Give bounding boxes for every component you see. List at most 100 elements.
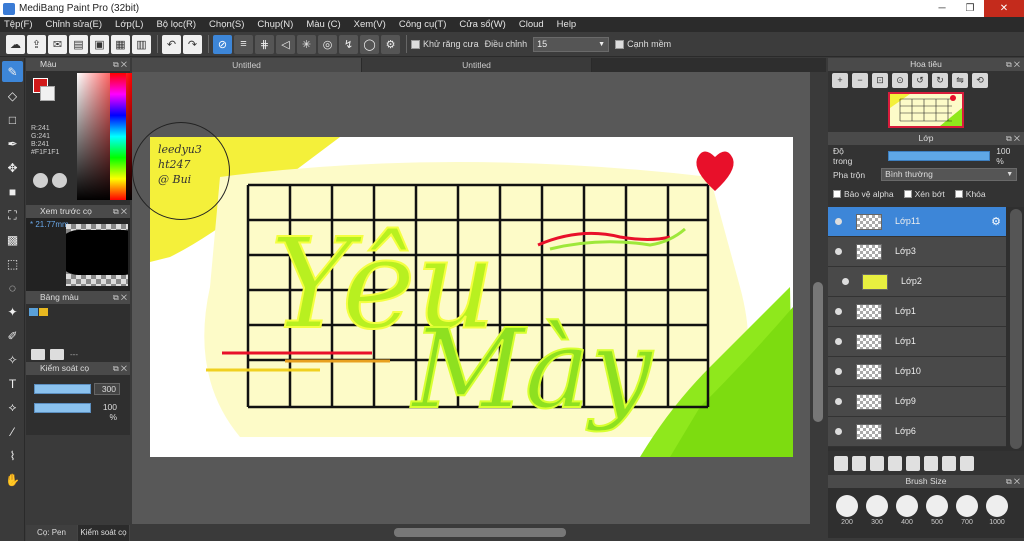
circle-snap-icon[interactable]: ◎ [318,34,337,54]
new-1bit-layer-icon[interactable] [870,455,884,471]
maximize-button[interactable]: ❐ [956,0,984,17]
protect-alpha-checkbox[interactable]: Bảo vệ alpha [833,189,894,199]
tab-brush-control[interactable]: Kiểm soát cọ [78,525,130,541]
share-icon[interactable]: ⇪ [27,34,46,54]
hand-tool-icon[interactable]: ✋ [2,469,23,490]
redo-icon[interactable]: ↷ [183,34,202,54]
new-8bit-layer-icon[interactable] [852,455,866,471]
cross-snap-icon[interactable]: ⋕ [255,34,274,54]
folder-icon[interactable] [906,455,920,471]
close-icon[interactable]: ⧉ ✕ [1006,58,1020,71]
artwork-canvas[interactable]: Yêu Mày leedyu3 ht247 @ Bui [150,137,793,457]
dot-tool-icon[interactable]: □ [2,109,23,130]
canvas-area[interactable]: Yêu Mày leedyu3 ht247 @ Bui [132,72,810,524]
vanish-snap-icon[interactable]: ◁ [276,34,295,54]
actual-size-icon[interactable]: ⊙ [892,73,908,88]
lasso-tool-icon[interactable]: ◌ [2,277,23,298]
menu-tools[interactable]: Công cụ(T) [399,19,447,30]
document-tab[interactable]: Untitled [132,58,362,72]
brush-size-slider[interactable] [34,384,91,394]
select-tool-icon[interactable]: ⬚ [2,253,23,274]
rotate-left-icon[interactable]: ↺ [912,73,928,88]
ellipse-snap-icon[interactable]: ◯ [360,34,379,54]
text-tool-icon[interactable]: T [2,373,23,394]
layer-opacity-slider[interactable] [887,150,991,161]
lock-checkbox[interactable]: Khóa [954,189,986,199]
grid-icon[interactable]: ▥ [132,34,151,54]
layer-item[interactable]: Lớp6 [828,417,1006,447]
fit-icon[interactable]: ⊡ [872,73,888,88]
brush-size-value[interactable]: 300 [94,383,120,395]
scroll-thumb[interactable] [394,528,566,537]
brush-size-option[interactable]: 500 [922,492,952,538]
layer-item[interactable]: Lớp10 [828,357,1006,387]
no-snap-icon[interactable]: ⊘ [213,34,232,54]
menu-cloud[interactable]: Cloud [519,19,544,30]
fill-rect-tool-icon[interactable]: ■ [2,181,23,202]
hue-slider[interactable] [110,73,126,200]
brush-tool-icon[interactable]: ✎ [2,61,23,82]
zoom-out-icon[interactable]: − [852,73,868,88]
pen-tool-icon[interactable]: ✒ [2,133,23,154]
menu-filter[interactable]: Bộ lọc(R) [156,19,196,30]
close-button[interactable]: ✕ [984,0,1024,17]
eye-icon[interactable] [835,428,842,435]
menu-select[interactable]: Chọn(S) [209,19,244,30]
gear-icon[interactable]: ⚙ [991,215,1001,228]
layer-item[interactable]: Lớp9 [828,387,1006,417]
eye-icon[interactable] [835,308,842,315]
gradient-tool-icon[interactable]: ▩ [2,229,23,250]
menu-snap[interactable]: Chụp(N) [257,19,293,30]
gear-icon[interactable]: ⚙ [381,34,400,54]
new-layer-icon[interactable] [834,455,848,471]
blend-mode-select[interactable]: Bình thường ▼ [881,168,1018,181]
menu-edit[interactable]: Chỉnh sửa(E) [46,19,103,30]
color-wheel-icon[interactable] [33,173,48,188]
eyedropper-icon[interactable]: ⁄ [2,421,23,442]
eye-icon[interactable] [835,398,842,405]
zoom-in-icon[interactable]: + [832,73,848,88]
layout-icon[interactable]: ▦ [111,34,130,54]
brush-size-option[interactable]: 300 [862,492,892,538]
duplicate-layer-icon[interactable] [924,455,938,471]
menu-file[interactable]: Tệp(F) [4,19,33,30]
close-icon[interactable]: ⧉ ✕ [113,58,127,71]
correction-select[interactable]: 15 ▼ [533,36,610,52]
new-palette-icon[interactable] [31,349,45,360]
trash-icon[interactable] [50,349,64,360]
menu-color[interactable]: Màu (C) [306,19,340,30]
smooth-checkbox[interactable]: Cạnh mềm [615,39,671,49]
brush-opacity-slider[interactable] [34,403,91,413]
layer-scrollbar[interactable] [1010,209,1022,449]
document-icon[interactable]: ▣ [90,34,109,54]
undo-icon[interactable]: ↶ [162,34,181,54]
magic-wand-icon[interactable]: ✦ [2,301,23,322]
color-palette-icon[interactable] [52,173,67,188]
flip-icon[interactable]: ⇋ [952,73,968,88]
horizontal-scrollbar[interactable] [132,524,810,541]
brush-size-option[interactable]: 400 [892,492,922,538]
select-pen-icon[interactable]: ✐ [2,325,23,346]
comment-icon[interactable]: ✉ [48,34,67,54]
layer-item[interactable]: Lớp1 [828,327,1006,357]
divide-tool-icon[interactable]: ⟡ [2,397,23,418]
eye-icon[interactable] [835,248,842,255]
radial-snap-icon[interactable]: ✳ [297,34,316,54]
navigator-thumbnail[interactable] [828,90,1024,132]
close-icon[interactable]: ⧉ ✕ [1006,132,1020,145]
palette-swatch[interactable] [29,308,38,316]
rotate-right-icon[interactable]: ↻ [932,73,948,88]
menu-layer[interactable]: Lớp(L) [115,19,143,30]
add-layer-menu-icon[interactable] [888,455,902,471]
blur-tool-icon[interactable]: ⌇ [2,445,23,466]
eye-icon[interactable] [835,338,842,345]
menu-help[interactable]: Help [557,19,577,30]
trash-icon[interactable] [960,455,974,471]
close-icon[interactable]: ⧉ ✕ [113,291,127,304]
close-icon[interactable]: ⧉ ✕ [1006,475,1020,488]
brush-size-option[interactable]: 200 [832,492,862,538]
layer-item[interactable]: Lớp2 [828,267,1006,297]
minimize-button[interactable]: ─ [928,0,956,17]
brush-size-option[interactable]: 700 [952,492,982,538]
curve-snap-icon[interactable]: ↯ [339,34,358,54]
